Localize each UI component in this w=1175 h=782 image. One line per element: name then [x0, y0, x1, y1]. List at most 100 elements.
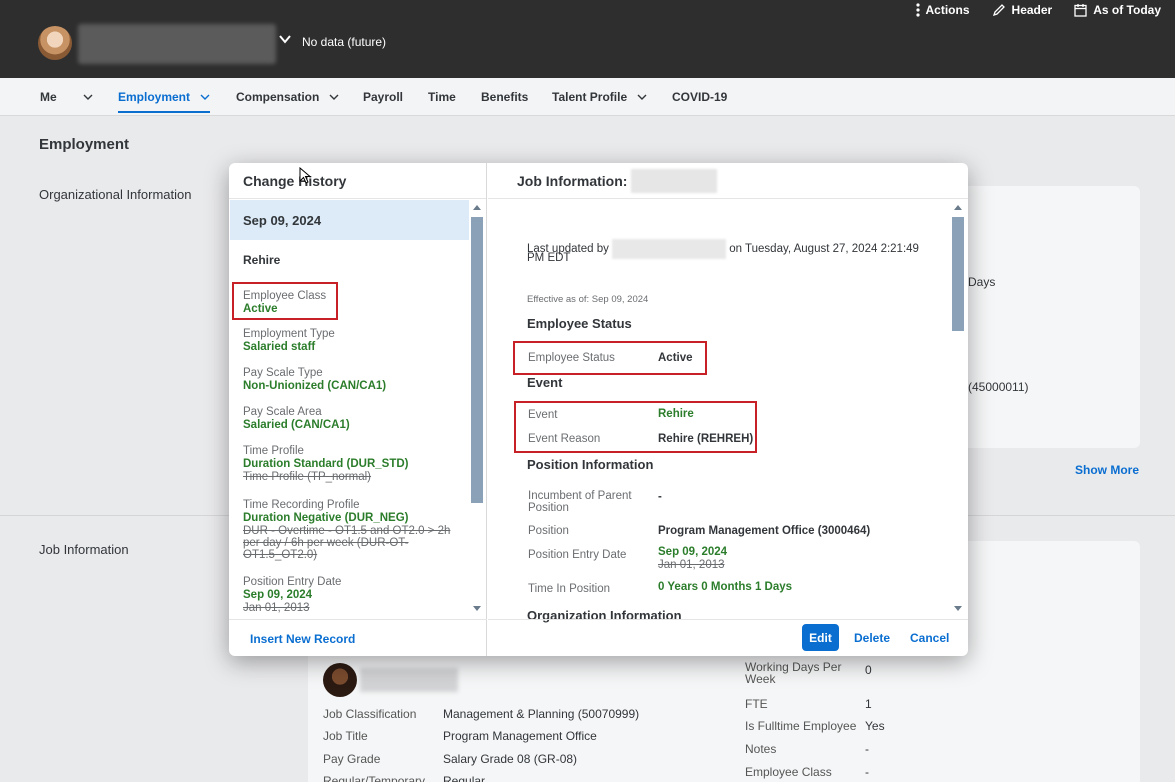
scroll-down-icon[interactable]	[954, 606, 962, 611]
tab-label: Talent Profile	[552, 90, 628, 104]
chevron-down-icon	[200, 94, 210, 100]
change-label: Pay Scale Area	[243, 406, 322, 418]
tab-talent-profile[interactable]: Talent Profile	[552, 78, 647, 116]
org-info-section-title: Organizational Information	[39, 187, 192, 202]
change-label: Pay Scale Type	[243, 367, 323, 379]
chevron-down-icon	[83, 94, 93, 100]
job-info-section-title: Job Information	[39, 542, 129, 557]
change-history-title: Change History	[229, 163, 486, 199]
redacted-employee-name	[631, 168, 718, 193]
change-history-dialog: Change History Sep 09, 2024 Rehire Emplo…	[229, 163, 968, 656]
org-info-card	[960, 186, 1140, 448]
job-information-header: Job Information:	[488, 163, 968, 199]
pencil-icon	[992, 4, 1005, 17]
tab-label: Time	[428, 90, 456, 104]
shell-bar: No data (future) Actions Header As of To…	[0, 0, 1175, 78]
tab-label: Benefits	[481, 90, 529, 104]
fulltime-label: Is Fulltime Employee	[745, 719, 857, 733]
header-actions: Actions Header As of Today	[915, 3, 1161, 17]
working-days-value: 0	[865, 663, 872, 677]
change-label: Position Entry Date	[243, 576, 342, 588]
page-title: Employment	[39, 136, 130, 153]
tab-covid-19[interactable]: COVID-19	[672, 78, 727, 116]
employee-class-label: Employee Class	[745, 765, 832, 779]
change-label: Time Profile	[243, 445, 304, 457]
show-more-link[interactable]: Show More	[1075, 463, 1139, 477]
position-entry-old: Jan 01, 2013	[658, 559, 725, 571]
mouse-cursor-icon	[299, 167, 312, 184]
regular-temporary-label: Regular/Temporary	[323, 774, 426, 782]
redacted-manager-name	[360, 668, 458, 692]
tab-employment[interactable]: Employment	[118, 78, 211, 116]
scroll-up-icon[interactable]	[954, 205, 962, 210]
job-classification-label: Job Classification	[323, 707, 417, 721]
job-title-value: Program Management Office	[443, 729, 597, 743]
effective-date: Effective as of: Sep 09, 2024	[527, 294, 649, 305]
org-info-fragment: (45000011)	[968, 380, 1029, 394]
tab-label: Payroll	[363, 90, 404, 104]
redacted-updater	[612, 239, 727, 259]
scroll-down-icon[interactable]	[473, 606, 481, 611]
header-status-text: No data (future)	[302, 35, 387, 49]
change-label: Time Recording Profile	[243, 499, 360, 511]
notes-value: -	[865, 742, 869, 756]
history-date-item[interactable]: Sep 09, 2024	[230, 200, 469, 240]
chevron-down-icon[interactable]	[278, 32, 292, 46]
user-avatar[interactable]	[38, 26, 72, 60]
delete-button[interactable]: Delete	[854, 631, 890, 645]
change-old-value: OT1.5_OT2.0)	[243, 549, 318, 561]
position-entry-new: Sep 09, 2024	[658, 546, 728, 558]
change-new-value: Sep 09, 2024	[243, 589, 313, 601]
event-heading: Event	[527, 375, 563, 390]
highlight-box	[232, 282, 338, 320]
tab-payroll[interactable]: Payroll	[363, 78, 403, 116]
redacted-user-name	[78, 24, 276, 64]
tab-me[interactable]: Me	[40, 78, 93, 116]
time-in-position-label: Time In Position	[528, 583, 611, 595]
insert-new-record-link[interactable]: Insert New Record	[250, 632, 355, 646]
position-label: Position	[528, 525, 569, 537]
history-event: Rehire	[243, 253, 281, 267]
change-new-value: Salaried (CAN/CA1)	[243, 419, 350, 431]
header-button[interactable]: Header	[992, 3, 1053, 17]
tab-compensation[interactable]: Compensation	[236, 78, 339, 116]
fte-label: FTE	[745, 697, 768, 711]
history-scrollbar[interactable]	[471, 217, 483, 503]
edit-button[interactable]: Edit	[802, 624, 839, 651]
position-info-heading: Position Information	[527, 457, 654, 472]
job-title-label: Job Title	[323, 729, 368, 743]
tab-label: Me	[40, 90, 57, 104]
details-scrollbar[interactable]	[952, 217, 964, 331]
manager-avatar	[323, 663, 357, 697]
position-value: Program Management Office (3000464)	[658, 525, 871, 537]
pay-grade-value: Salary Grade 08 (GR-08)	[443, 752, 578, 766]
as-of-today-button[interactable]: As of Today	[1074, 3, 1161, 17]
tab-label: Compensation	[236, 90, 320, 104]
incumbent-label: Incumbent of Parent	[528, 490, 632, 502]
header-label: Header	[1011, 3, 1053, 17]
employee-status-heading: Employee Status	[527, 316, 632, 331]
chevron-down-icon	[329, 94, 339, 100]
change-old-value: Time Profile (TP_normal)	[243, 471, 372, 483]
calendar-icon	[1074, 4, 1087, 17]
change-label: Employment Type	[243, 328, 335, 340]
tab-benefits[interactable]: Benefits	[481, 78, 528, 116]
change-history-pane: Change History Sep 09, 2024 Rehire Emplo…	[229, 163, 487, 656]
as-of-today-label: As of Today	[1093, 3, 1161, 17]
tab-bar: Me Employment Compensation Payroll Time …	[0, 78, 1175, 116]
change-new-value: Salaried staff	[243, 341, 316, 353]
change-old-value: per day / 6h per week (DUR-OT-	[243, 537, 409, 549]
last-updated-line: Last updated by on Tuesday, August 27, 2…	[527, 239, 919, 259]
highlight-box	[513, 341, 707, 375]
more-vertical-icon	[915, 3, 920, 17]
change-old-value: Jan 01, 2013	[243, 602, 310, 614]
cancel-button[interactable]: Cancel	[910, 631, 949, 645]
job-classification-value: Management & Planning (50070999)	[443, 707, 640, 721]
time-in-position-value: 0 Years 0 Months 1 Days	[658, 581, 793, 593]
tab-label: Employment	[118, 90, 191, 104]
actions-button[interactable]: Actions	[915, 3, 970, 17]
tab-time[interactable]: Time	[428, 78, 456, 116]
scroll-up-icon[interactable]	[473, 205, 481, 210]
change-old-value: DUR - Overtime - OT1.5 and OT2.0 > 2h	[243, 525, 451, 537]
last-updated-tz: PM EDT	[527, 252, 571, 264]
